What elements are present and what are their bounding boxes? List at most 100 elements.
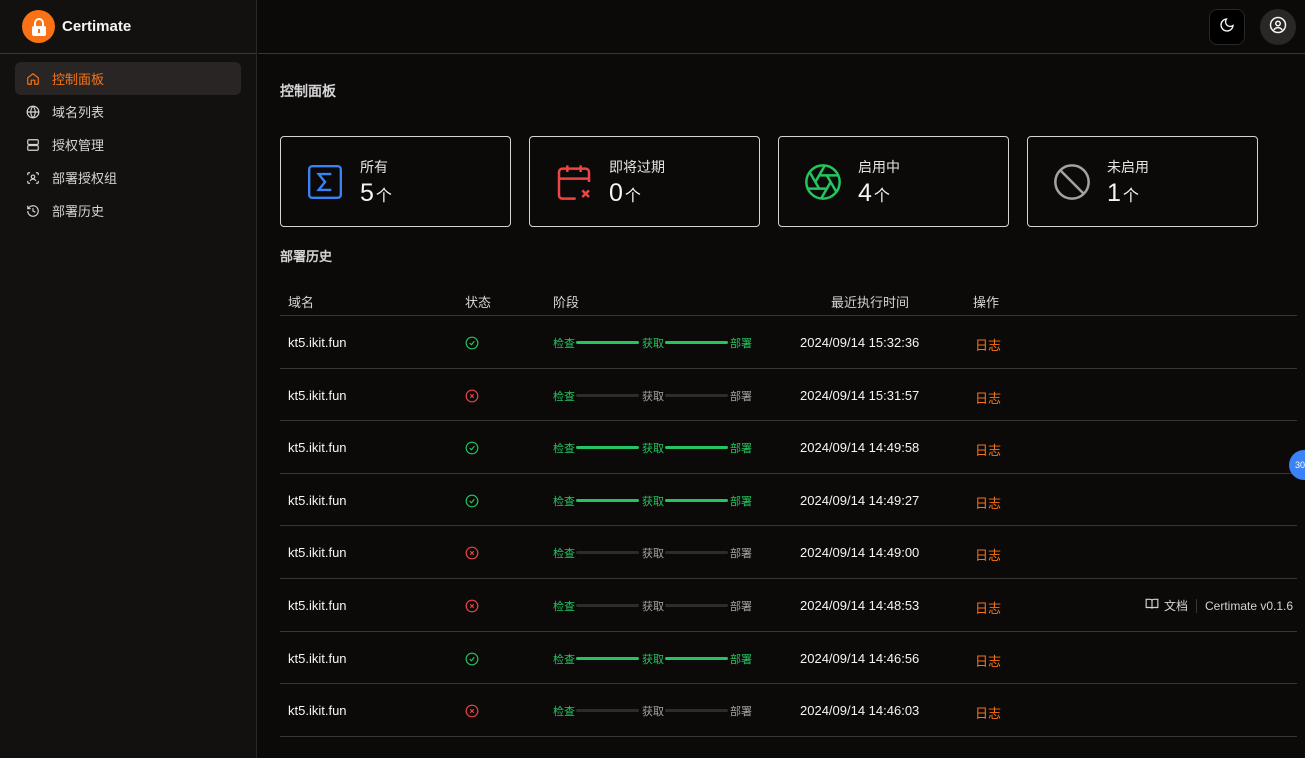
stat-card-expiring[interactable]: 即将过期 0个 — [529, 136, 760, 227]
stage-connector — [576, 393, 639, 397]
ban-icon — [1051, 161, 1093, 203]
row-log-link[interactable]: 日志 — [975, 545, 1001, 564]
sidebar-item-label: 域名列表 — [52, 105, 105, 120]
row-stages: 检查 获取 部署 — [553, 335, 753, 350]
stat-value: 4 — [858, 179, 872, 207]
footer: 文档 Certimate v0.1.6 — [1145, 597, 1293, 614]
footer-divider — [1196, 598, 1198, 613]
stage-obtain: 获取 — [642, 706, 664, 719]
row-time: 2024/09/14 15:32:36 — [800, 335, 920, 350]
x-circle-icon — [465, 389, 479, 403]
table-row: kt5.ikit.fun 检查 获取 部署 2024/09/14 15:31:57 日志 — [280, 369, 1297, 422]
sidebar-item-access-groups[interactable]: 部署授权组 — [15, 161, 241, 194]
section-title-history: 部署历史 — [280, 249, 333, 264]
stat-label: 所有 — [360, 159, 388, 175]
column-header-time: 最近执行时间 — [831, 295, 910, 310]
check-circle-icon — [465, 652, 479, 666]
row-log-link[interactable]: 日志 — [975, 493, 1001, 512]
row-log-link[interactable]: 日志 — [975, 651, 1001, 670]
docs-link[interactable]: 文档 — [1164, 597, 1188, 614]
page-title: 控制面板 — [280, 83, 336, 99]
sidebar-item-dashboard[interactable]: 控制面板 — [15, 62, 241, 95]
stage-deploy: 部署 — [730, 390, 752, 403]
stage-check: 检查 — [553, 338, 575, 350]
stage-obtain: 获取 — [642, 390, 664, 403]
sidebar-item-domains[interactable]: 域名列表 — [15, 95, 241, 128]
sidebar-item-access[interactable]: 授权管理 — [15, 128, 241, 161]
stage-check: 检查 — [553, 706, 575, 719]
column-header-stage: 阶段 — [553, 295, 580, 310]
stage-deploy: 部署 — [730, 495, 752, 508]
user-menu-button[interactable] — [1260, 9, 1296, 45]
row-log-link[interactable]: 日志 — [975, 440, 1001, 459]
stat-label: 启用中 — [858, 159, 900, 175]
stat-unit: 个 — [1122, 188, 1139, 205]
sidebar-item-label: 授权管理 — [52, 138, 105, 153]
stage-connector — [576, 603, 639, 607]
sidebar-item-label: 部署授权组 — [52, 171, 118, 186]
row-stages: 检查 获取 部署 — [553, 493, 753, 508]
row-time: 2024/09/14 15:31:57 — [800, 387, 920, 403]
stat-card-all[interactable]: 所有 5个 — [280, 136, 511, 227]
stage-obtain: 获取 — [642, 600, 664, 613]
row-log-link[interactable]: 日志 — [975, 703, 1001, 722]
stage-check: 检查 — [553, 390, 575, 403]
globe-icon — [25, 104, 41, 120]
column-header-domain: 域名 — [288, 295, 315, 310]
stage-deploy: 部署 — [730, 653, 752, 666]
check-circle-icon — [465, 336, 479, 350]
user-circle-icon — [1269, 16, 1287, 39]
stage-connector — [665, 551, 728, 555]
stat-value: 0 — [609, 179, 623, 207]
stage-check: 检查 — [553, 495, 575, 508]
stage-deploy: 部署 — [730, 443, 752, 456]
stat-card-enabled[interactable]: 启用中 4个 — [778, 136, 1009, 227]
brand[interactable]: Certimate — [0, 0, 256, 54]
row-domain: kt5.ikit.fun — [288, 335, 347, 350]
table-row: kt5.ikit.fun 检查 获取 部署 2024/09/14 14:49:27 日志 — [280, 474, 1297, 527]
stage-connector — [665, 656, 728, 660]
sidebar-item-history[interactable]: 部署历史 — [15, 194, 241, 227]
check-circle-icon — [465, 494, 479, 508]
history-table: 域名 状态 阶段 最近执行时间 操作 kt5.ikit.fun 检查 获取 部署 202… — [280, 281, 1297, 737]
book-icon — [1145, 598, 1159, 613]
stage-connector — [576, 498, 639, 502]
stage-connector — [665, 709, 728, 713]
sidebar-item-label: 部署历史 — [52, 204, 105, 219]
version-label: Certimate v0.1.6 — [1205, 598, 1294, 613]
stage-connector — [576, 446, 639, 450]
stage-connector — [576, 656, 639, 660]
row-stages: 检查 获取 部署 — [553, 440, 753, 456]
row-domain: kt5.ikit.fun — [288, 703, 347, 719]
history-icon — [25, 203, 41, 219]
app-name: Certimate — [62, 18, 132, 35]
stage-obtain: 获取 — [642, 548, 664, 561]
x-circle-icon — [465, 546, 479, 560]
table-body: kt5.ikit.fun 检查 获取 部署 2024/09/14 15:32:36 日志 k… — [280, 316, 1297, 737]
stage-connector — [665, 446, 728, 450]
top-header — [258, 0, 1305, 54]
row-domain: kt5.ikit.fun — [288, 545, 347, 561]
check-circle-icon — [465, 441, 479, 455]
table-row: kt5.ikit.fun 检查 获取 部署 2024/09/14 15:32:36 日志 — [280, 316, 1297, 369]
stage-connector — [576, 709, 639, 713]
x-circle-icon — [465, 599, 479, 613]
stage-obtain: 获取 — [642, 495, 664, 508]
stat-unit: 个 — [873, 188, 890, 205]
row-stages: 检查 获取 部署 — [553, 703, 753, 719]
stage-connector — [576, 551, 639, 555]
row-log-link[interactable]: 日志 — [975, 598, 1001, 617]
stage-check: 检查 — [553, 443, 575, 456]
table-header: 域名 状态 阶段 最近执行时间 操作 — [280, 281, 1297, 316]
row-log-link[interactable]: 日志 — [975, 388, 1001, 407]
stat-card-disabled[interactable]: 未启用 1个 — [1027, 136, 1258, 227]
row-domain: kt5.ikit.fun — [288, 650, 347, 666]
row-log-link[interactable]: 日志 — [975, 335, 1001, 354]
row-domain: kt5.ikit.fun — [288, 440, 347, 456]
row-stages: 检查 获取 部署 — [553, 545, 753, 561]
server-icon — [25, 137, 41, 153]
stage-obtain: 获取 — [642, 653, 664, 666]
theme-toggle-button[interactable] — [1209, 9, 1245, 45]
stage-connector — [665, 341, 728, 344]
row-time: 2024/09/14 14:48:53 — [800, 597, 920, 613]
